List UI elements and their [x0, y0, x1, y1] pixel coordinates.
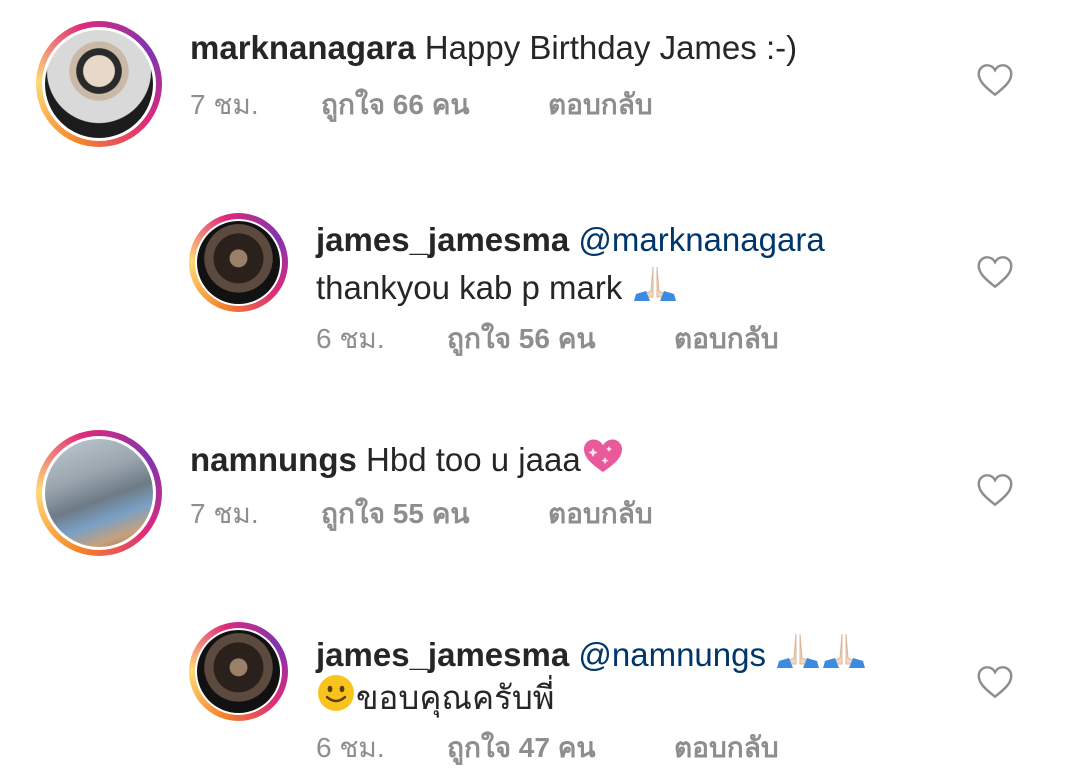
comment-text-line: ขอบคุณครับพี่: [316, 673, 555, 718]
comment-item: marknanagara Happy Birthday James :-) 7 …: [0, 0, 1067, 170]
heart-outline-icon[interactable]: [976, 63, 1014, 97]
comment-username[interactable]: namnungs: [190, 441, 357, 478]
comment-likes[interactable]: ถูกใจ 47 คน: [447, 731, 596, 765]
reply-button[interactable]: ตอบกลับ: [548, 88, 653, 122]
comment-likes[interactable]: ถูกใจ 55 คน: [321, 497, 470, 531]
comment-text-line: marknanagara Happy Birthday James :-): [190, 28, 797, 68]
comment-username[interactable]: james_jamesma: [316, 221, 569, 258]
comment-likes[interactable]: ถูกใจ 56 คน: [447, 322, 596, 356]
comment-username[interactable]: marknanagara: [190, 29, 416, 66]
heart-outline-icon[interactable]: [976, 255, 1014, 289]
comment-item: james_jamesma @marknanagara thankyou kab…: [0, 200, 1067, 390]
comment-likes[interactable]: ถูกใจ 66 คน: [321, 88, 470, 122]
comment-time[interactable]: 7 ชม.: [190, 497, 259, 531]
avatar[interactable]: [197, 630, 280, 713]
comment-text-line: james_jamesma @marknanagara: [316, 220, 825, 260]
comment-time[interactable]: 6 ชม.: [316, 322, 385, 356]
comment-text-line: thankyou kab p mark: [316, 263, 678, 308]
comment-text: thankyou kab p mark: [316, 269, 623, 306]
avatar[interactable]: [45, 439, 153, 547]
sparkling-heart-emoji: [583, 439, 622, 472]
comment-item: james_jamesma @namnungs ขอบคุณครับพี่ 6 …: [0, 610, 1067, 772]
comment-time[interactable]: 7 ชม.: [190, 88, 259, 122]
avatar[interactable]: [45, 30, 153, 138]
reply-button[interactable]: ตอบกลับ: [674, 731, 779, 765]
comment-time[interactable]: 6 ชม.: [316, 731, 385, 765]
comment-mention[interactable]: @namnungs: [578, 636, 766, 673]
comment-text: Happy Birthday James :-): [424, 29, 798, 66]
folded-hands-emoji: [633, 266, 676, 301]
comment-username[interactable]: james_jamesma: [316, 636, 569, 673]
comment-text-line: namnungs Hbd too u jaaa: [190, 437, 625, 480]
reply-button[interactable]: ตอบกลับ: [548, 497, 653, 531]
heart-outline-icon[interactable]: [976, 473, 1014, 507]
comment-mention[interactable]: @marknanagara: [578, 221, 824, 258]
avatar[interactable]: [197, 221, 280, 304]
comment-text: Hbd too u jaaa: [366, 441, 581, 478]
smiling-face-emoji: [318, 675, 354, 711]
comment-item: namnungs Hbd too u jaaa 7 ชม. ถูกใจ 55 ค…: [0, 410, 1067, 580]
comment-text-line: james_jamesma @namnungs: [316, 630, 867, 675]
folded-hands-emoji: [777, 633, 866, 668]
heart-outline-icon[interactable]: [976, 665, 1014, 699]
comment-text: ขอบคุณครับพี่: [356, 679, 555, 716]
reply-button[interactable]: ตอบกลับ: [674, 322, 779, 356]
